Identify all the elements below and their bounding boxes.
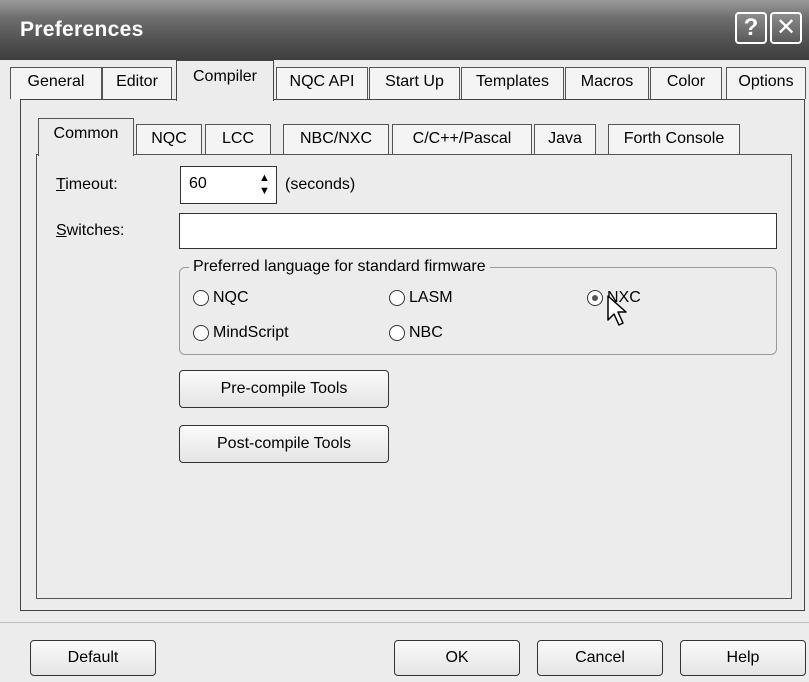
radio-label: LASM bbox=[409, 289, 453, 306]
tab-editor[interactable]: Editor bbox=[102, 67, 172, 99]
radio-circle-icon bbox=[193, 290, 209, 306]
timeout-spinner[interactable]: 60 ▲ ▼ bbox=[180, 166, 277, 204]
subtab-nqc[interactable]: NQC bbox=[136, 124, 202, 154]
radio-label: NQC bbox=[213, 289, 249, 306]
subtab-c-cpp-pascal[interactable]: C/C++/Pascal bbox=[392, 124, 532, 154]
subtab-nbc-nxc[interactable]: NBC/NXC bbox=[283, 124, 389, 154]
subtab-java[interactable]: Java bbox=[534, 124, 596, 154]
default-button[interactable]: Default bbox=[30, 640, 156, 676]
tab-compiler[interactable]: Compiler bbox=[176, 60, 274, 101]
timeout-units: (seconds) bbox=[285, 176, 356, 193]
tab-color[interactable]: Color bbox=[650, 67, 722, 99]
mouse-pointer-icon bbox=[607, 295, 627, 326]
tab-general[interactable]: General bbox=[10, 67, 102, 99]
radio-mindscript[interactable]: MindScript bbox=[193, 322, 289, 344]
footer-divider bbox=[0, 622, 809, 623]
ok-button[interactable]: OK bbox=[394, 640, 520, 676]
preferred-language-legend: Preferred language for standard firmware bbox=[189, 258, 490, 276]
tab-templates[interactable]: Templates bbox=[461, 67, 564, 99]
radio-circle-icon bbox=[389, 325, 405, 341]
timeout-label: Timeout: bbox=[56, 176, 118, 193]
pre-compile-tools-button[interactable]: Pre-compile Tools bbox=[179, 370, 389, 408]
cancel-button[interactable]: Cancel bbox=[537, 640, 663, 676]
subtab-forth-console[interactable]: Forth Console bbox=[608, 124, 740, 154]
subtab-lcc[interactable]: LCC bbox=[205, 124, 271, 154]
radio-circle-icon bbox=[193, 325, 209, 341]
subtab-common[interactable]: Common bbox=[38, 118, 134, 156]
timeout-value: 60 bbox=[189, 175, 207, 192]
radio-nbc[interactable]: NBC bbox=[389, 322, 443, 344]
radio-nqc[interactable]: NQC bbox=[193, 287, 249, 309]
post-compile-tools-button[interactable]: Post-compile Tools bbox=[179, 425, 389, 463]
radio-label: MindScript bbox=[213, 324, 289, 341]
window-title: Preferences bbox=[20, 18, 144, 41]
radio-circle-icon bbox=[389, 290, 405, 306]
tab-nqc-api[interactable]: NQC API bbox=[276, 67, 368, 99]
spin-up-icon[interactable]: ▲ bbox=[259, 173, 270, 184]
tab-macros[interactable]: Macros bbox=[565, 67, 649, 99]
help-caption-button[interactable]: ? bbox=[735, 12, 767, 44]
tab-start-up[interactable]: Start Up bbox=[369, 67, 460, 99]
spin-down-icon[interactable]: ▼ bbox=[259, 186, 270, 197]
switches-input[interactable] bbox=[179, 213, 777, 249]
radio-label: NBC bbox=[409, 324, 443, 341]
tab-options[interactable]: Options bbox=[726, 67, 806, 99]
radio-lasm[interactable]: LASM bbox=[389, 287, 453, 309]
radio-checked-icon bbox=[587, 290, 603, 306]
help-button[interactable]: Help bbox=[680, 640, 806, 676]
close-caption-button[interactable]: ✕ bbox=[770, 12, 802, 44]
switches-label: Switches: bbox=[56, 222, 125, 239]
